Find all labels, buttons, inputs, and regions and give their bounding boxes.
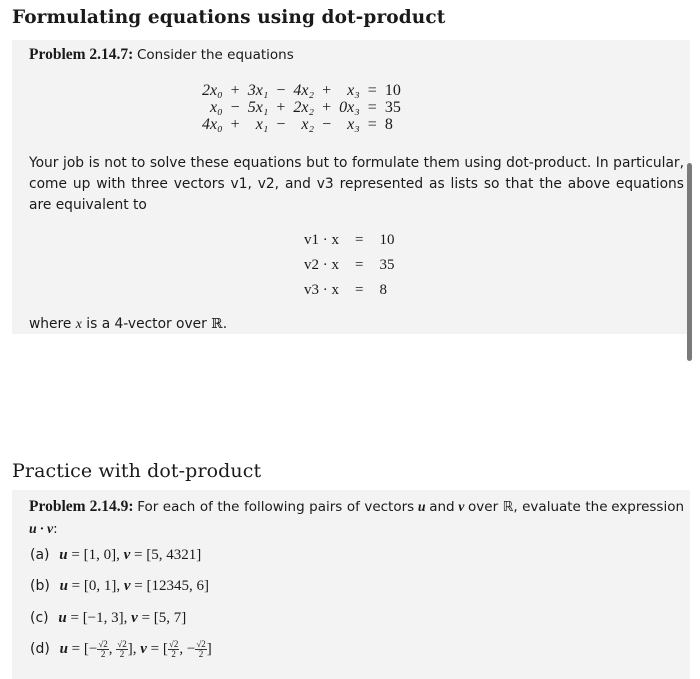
problem-statement: Problem 2.14.9: For each of the followin… — [29, 496, 684, 540]
equation-term: 5x₁ — [247, 99, 269, 116]
equation-operator: − — [276, 116, 286, 133]
vector-u-value: [−1, 3] — [82, 610, 124, 626]
problem-text-1: For each of the following pairs of vecto… — [137, 499, 415, 515]
var-u: u — [417, 499, 426, 514]
equation-term: 2x₂ — [293, 99, 315, 116]
vector-u-value: [1, 0] — [83, 547, 117, 563]
note-text-pre: where — [29, 316, 72, 332]
dot-eq-rhs: 8 — [379, 282, 387, 298]
problem-title: Problem 2.14.7: Consider the equations — [29, 46, 294, 64]
dot-eq-eq: = — [355, 232, 364, 248]
equation-operator: − — [276, 82, 286, 99]
list-item-c: (c) u = [−1, 3], v = [5, 7] — [30, 610, 187, 626]
scrollbar-thumb[interactable] — [687, 163, 692, 361]
dot-eq-eq: = — [355, 282, 364, 298]
equation-term: 35 — [384, 99, 401, 116]
and-text: and — [429, 499, 455, 515]
equation-operator: − — [230, 99, 240, 116]
note-end: . — [222, 316, 228, 332]
problem-intro: Consider the equations — [136, 47, 294, 63]
equation-term: x₃ — [347, 116, 360, 133]
problem-box-2-14-7: Problem 2.14.7: Consider the equations 2… — [12, 40, 690, 334]
var-v: v — [458, 499, 465, 514]
equation-term: 4x₂ — [293, 82, 315, 99]
equation-operator: = — [367, 82, 377, 99]
section-heading-practice: Practice with dot-product — [12, 460, 262, 482]
vector-space-note: where x is a 4-vector over ℝ. — [29, 313, 684, 335]
var-u: u — [58, 610, 67, 626]
dot-eq-eq: = — [355, 257, 364, 273]
equation-term: x₀ — [210, 99, 223, 116]
equation-operator: + — [322, 99, 332, 116]
vector-v-value: [12345, 6] — [146, 578, 210, 594]
equation-operator: + — [276, 99, 286, 116]
equation-term: x₃ — [347, 82, 360, 99]
section-heading-formulating: Formulating equations using dot-product — [12, 7, 446, 28]
vector-v-value: [√2 2, − √2 2] — [162, 639, 212, 659]
equation-term: x₂ — [301, 116, 315, 133]
problem-label: Problem 2.14.7: — [29, 46, 134, 63]
instruction-paragraph: Your job is not to solve these equations… — [29, 155, 684, 213]
note-text-mid: is a 4-vector over — [86, 316, 207, 332]
equation-system: 2x₀ +3x₁ −4x₂ + x₃ = 10 x₀ −5x₁ +2x₂ +0x₃ = 35 4x₀ + x₁… — [198, 82, 405, 133]
item-label: (a) — [30, 547, 50, 563]
equation-operator: + — [230, 82, 240, 99]
equation-term: 0x₃ — [339, 99, 360, 116]
vector-u-value: [− √2 2, √2 2] — [83, 639, 133, 659]
equation-term: 3x₁ — [247, 82, 269, 99]
dot-eq-lhs: v2 · x — [304, 257, 339, 273]
equation-row: 2x₀ +3x₁ −4x₂ + x₃ = 10 — [198, 82, 405, 99]
var-v: v — [123, 578, 131, 594]
equation-operator: − — [322, 116, 332, 133]
list-item-b: (b) u = [0, 1], v = [12345, 6] — [30, 578, 210, 594]
equation-operator: = — [367, 99, 377, 116]
var-v: v — [131, 610, 138, 626]
note-var-x: x — [75, 316, 82, 331]
vector-v-value: [5, 7] — [153, 610, 187, 626]
problem-box-2-14-9: Problem 2.14.9: For each of the followin… — [12, 490, 690, 679]
expr-u-dot-v: u · v — [29, 521, 54, 536]
problem-label: Problem 2.14.9: — [29, 498, 134, 515]
note-field-reals: ℝ — [211, 316, 223, 331]
equation-term: x₁ — [255, 116, 269, 133]
equation-term: 4x₀ — [202, 116, 223, 133]
equation-operator: + — [322, 82, 332, 99]
vector-u-value: [0, 1] — [83, 578, 117, 594]
dot-product-equations: v1 · x = 10 v2 · x = 35 v3 · x = 8 — [296, 228, 402, 303]
equation-term: 2x₀ — [202, 82, 223, 99]
problem-text-3: expression — [611, 499, 685, 515]
dot-eq-lhs: v1 · x — [304, 232, 339, 248]
dot-equation-row: v2 · x = 35 — [296, 253, 402, 278]
var-u: u — [59, 578, 68, 594]
equation-term: 8 — [384, 116, 393, 133]
dot-eq-lhs: v3 · x — [304, 282, 339, 298]
var-u: u — [59, 547, 68, 563]
colon: : — [53, 521, 58, 537]
var-u: u — [59, 640, 68, 657]
dot-equation-row: v3 · x = 8 — [296, 278, 402, 303]
dot-eq-rhs: 35 — [379, 257, 395, 273]
list-item-d: (d) u = [− √2 2, √2 2], v = [√2 2, − √2 2] — [30, 639, 212, 659]
equation-row: x₀ −5x₁ +2x₂ +0x₃ = 35 — [198, 99, 405, 116]
problem-text-2: over ℝ, evaluate the — [468, 499, 608, 515]
item-label: (b) — [30, 578, 50, 594]
equation-row: 4x₀ + x₁ − x₂ − x₃ = 8 — [198, 116, 405, 133]
dot-eq-rhs: 10 — [379, 232, 395, 248]
vector-v-value: [5, 4321] — [146, 547, 202, 563]
equation-term: 10 — [384, 82, 401, 99]
item-label: (c) — [30, 610, 49, 626]
list-item-a: (a) u = [1, 0], v = [5, 4321] — [30, 547, 202, 563]
var-v: v — [140, 640, 147, 657]
dot-equation-row: v1 · x = 10 — [296, 228, 402, 253]
item-label: (d) — [30, 640, 50, 657]
equation-operator: = — [367, 116, 377, 133]
equation-operator: + — [230, 116, 240, 133]
